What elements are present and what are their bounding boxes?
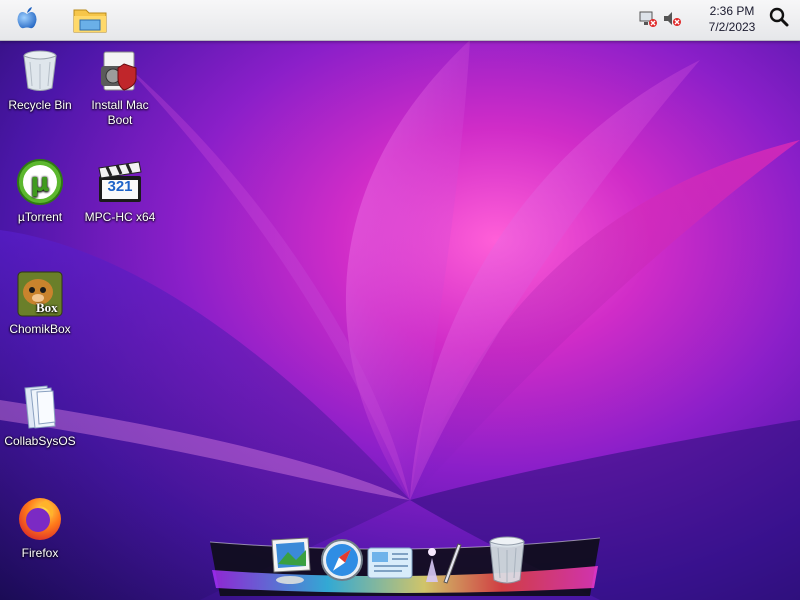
network-disconnected-icon[interactable] (638, 10, 658, 28)
desktop-icon-utorrent[interactable]: µ µTorrent (0, 158, 80, 225)
utorrent-icon: µ (17, 159, 63, 205)
desktop-icon-label: CollabSysOS (4, 434, 76, 448)
system-preferences-icon[interactable] (366, 544, 414, 582)
apple-icon[interactable] (14, 5, 40, 31)
desktop-icon-label: Install Mac Boot (91, 98, 149, 127)
desktop-icon-label: ChomikBox (9, 322, 71, 336)
clock[interactable]: 2:36 PM 7/2/2023 (700, 3, 764, 35)
menubar: 2:36 PM 7/2/2023 (0, 0, 800, 41)
mpc-hc-badge: 321 (107, 178, 133, 195)
desktop-icon-label: Firefox (21, 546, 59, 560)
safari-compass-icon[interactable] (320, 538, 364, 582)
desktop-icon-label: MPC-HC x64 (84, 210, 156, 224)
desktop-icon-install-mac-boot[interactable]: Install Mac Boot (80, 50, 160, 128)
desktop-icon-collabsysos[interactable]: CollabSysOS (0, 382, 80, 449)
desktop-icon-recycle-bin[interactable]: Recycle Bin (0, 46, 80, 113)
recycle-bin-icon (23, 50, 57, 91)
file-explorer-icon[interactable] (72, 4, 108, 36)
trash-icon[interactable] (486, 534, 528, 586)
desktop-icon-label: Recycle Bin (8, 98, 72, 112)
firefox-icon (19, 498, 61, 540)
pencil-icon[interactable] (418, 538, 464, 586)
dock (200, 530, 610, 600)
desktop-icon-firefox[interactable]: Firefox (0, 494, 80, 561)
desktop: Recycle Bin Install Mac Boot µ µTorrent … (0, 0, 800, 600)
volume-muted-icon[interactable] (662, 10, 682, 28)
folder-document-icon (24, 385, 56, 429)
desktop-icon-label: µTorrent (17, 210, 63, 224)
finder-photo-icon[interactable] (268, 536, 314, 586)
desktop-icon-chomikbox[interactable]: Box ChomikBox (0, 270, 80, 337)
installer-shield-icon (101, 51, 137, 91)
svg-text:µ: µ (30, 168, 49, 198)
desktop-icon-mpc-hc[interactable]: 321 MPC-HC x64 (80, 160, 160, 225)
chomikbox-badge: Box (36, 300, 58, 315)
search-icon[interactable] (768, 6, 790, 28)
clock-time: 2:36 PM (709, 4, 755, 18)
clock-date: 7/2/2023 (708, 20, 756, 34)
